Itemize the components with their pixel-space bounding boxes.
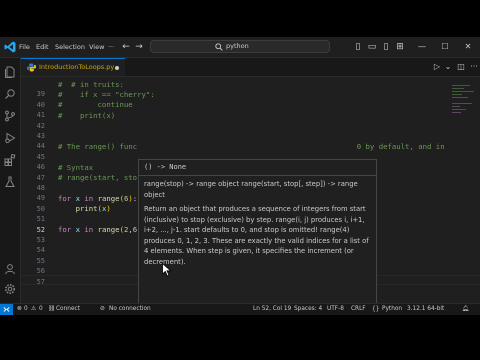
explorer-icon[interactable] xyxy=(4,66,16,78)
minimap[interactable] xyxy=(448,77,480,303)
python-interpreter[interactable]: 3.12.1 64-bit xyxy=(407,304,444,315)
braces-icon: {} xyxy=(372,306,380,312)
hover-signature: () -> None xyxy=(144,163,187,171)
editor-tabs: IntroductionToLoops.py ▷ ⌄ ◫ ··· xyxy=(21,58,480,77)
activity-bar xyxy=(0,58,21,303)
line-number: 46 xyxy=(36,163,45,172)
indentation-setting[interactable]: Spaces: 4 xyxy=(294,304,322,315)
end-of-line-setting[interactable]: CRLF xyxy=(351,304,366,315)
code-line[interactable]: # Syntax xyxy=(58,163,93,172)
code-line[interactable]: print(x) xyxy=(58,204,111,213)
line-number: 53 xyxy=(36,236,45,244)
more-actions-icon[interactable]: ··· xyxy=(468,61,480,73)
code-line[interactable]: # # in truits: xyxy=(58,80,124,89)
menu-edit[interactable]: Edit xyxy=(36,37,49,57)
accounts-icon[interactable] xyxy=(4,263,16,275)
title-bar: File Edit Selection View ··· ← → python … xyxy=(0,37,480,58)
unsaved-dot-icon[interactable] xyxy=(115,66,119,70)
tab-filename: IntroductionToLoops.py xyxy=(39,63,115,71)
hover-overload: range(stop) -> range object range(start,… xyxy=(144,180,358,199)
back-arrow-icon[interactable]: ← xyxy=(120,41,132,53)
line-number: 47 xyxy=(36,173,45,182)
toggle-primary-sidebar-icon[interactable]: ▯ xyxy=(352,41,364,53)
mouse-pointer-icon xyxy=(162,263,172,277)
connect-button[interactable]: Connect xyxy=(56,304,80,315)
notifications-bell-icon[interactable]: 🔔︎ xyxy=(462,304,469,315)
line-number: 55 xyxy=(36,256,45,265)
code-line[interactable]: # print(x) xyxy=(58,111,115,120)
cursor-position[interactable]: Ln 52, Col 19 xyxy=(253,304,291,315)
language-mode[interactable]: Python xyxy=(382,304,402,315)
line-number: 39 xyxy=(36,90,45,99)
minimize-button[interactable]: — xyxy=(412,37,432,57)
code-line[interactable]: # if x == "cherry": xyxy=(58,90,155,99)
line-number: 40 xyxy=(36,100,45,109)
errors-icon: ⊗ xyxy=(17,306,22,312)
split-editor-icon[interactable]: ◫ xyxy=(455,61,467,73)
code-line[interactable]: # continue xyxy=(58,100,133,109)
errors-count[interactable]: 0 xyxy=(24,304,28,315)
tab-introductiontoloops[interactable]: IntroductionToLoops.py xyxy=(21,58,125,76)
code-line[interactable]: # range(start, sto xyxy=(58,173,137,182)
toggle-panel-icon[interactable]: ▭ xyxy=(366,41,378,53)
code-editor[interactable]: # # in truits: 39 # if x == "cherry": 40 # c… xyxy=(21,77,480,303)
testing-icon[interactable] xyxy=(4,176,16,188)
line-number: 44 xyxy=(36,142,45,151)
line-number: 57 xyxy=(36,277,45,286)
code-line[interactable]: for x in range(2,6) xyxy=(58,225,142,234)
line-number: 41 xyxy=(36,111,45,120)
line-number: 43 xyxy=(36,132,45,140)
warnings-icon: ⚠ xyxy=(31,306,37,312)
vscode-logo-icon xyxy=(4,41,16,53)
run-dropdown-chevron-icon[interactable]: ⌄ xyxy=(442,61,454,73)
no-connection-icon: ⊘ xyxy=(100,306,105,312)
line-number: 45 xyxy=(36,152,45,161)
line-number: 48 xyxy=(36,184,45,192)
file-encoding[interactable]: UTF-8 xyxy=(327,304,344,315)
search-icon[interactable] xyxy=(4,88,16,100)
run-and-debug-icon[interactable] xyxy=(4,132,16,144)
warnings-count[interactable]: 0 xyxy=(39,304,43,315)
forward-arrow-icon[interactable]: → xyxy=(133,41,145,53)
hover-separator xyxy=(139,175,376,176)
command-center-search[interactable]: python xyxy=(150,40,330,53)
hover-doc-text: Return an object that produces a sequenc… xyxy=(144,205,369,266)
line-number: 50 xyxy=(36,204,45,213)
code-line[interactable]: for x in range(6): xyxy=(58,194,137,203)
maximize-button[interactable]: ☐ xyxy=(435,37,455,57)
close-window-button[interactable]: ✕ xyxy=(458,37,478,57)
vscode-window: File Edit Selection View ··· ← → python … xyxy=(0,37,480,315)
search-text: python xyxy=(226,42,249,50)
line-number: 52 xyxy=(36,225,45,234)
line-number: 42 xyxy=(36,121,45,130)
code-line[interactable]: # The range() func 0 by default, and in xyxy=(58,142,445,151)
line-number: 56 xyxy=(36,267,45,276)
line-number: 51 xyxy=(36,215,45,224)
menu-selection[interactable]: Selection xyxy=(55,37,85,57)
menu-view[interactable]: View xyxy=(89,37,104,57)
menu-file[interactable]: File xyxy=(19,37,30,57)
remote-window-button[interactable] xyxy=(0,304,13,315)
extensions-icon[interactable] xyxy=(4,154,16,166)
line-number: 54 xyxy=(36,246,45,255)
customize-layout-icon[interactable]: ⊞ xyxy=(394,41,406,53)
line-number: 49 xyxy=(36,194,45,203)
live-share-icon: ⛓ xyxy=(48,306,56,312)
remote-icon xyxy=(3,307,10,312)
hover-documentation-popup[interactable]: () -> None range(stop) -> range object r… xyxy=(138,159,377,303)
toggle-secondary-sidebar-icon[interactable]: ▯ xyxy=(380,41,392,53)
source-control-icon[interactable] xyxy=(4,110,16,122)
status-bar: ⊗ 0 ⚠ 0 ⛓ Connect ⊘ No connection Ln 52,… xyxy=(0,303,480,315)
python-file-icon xyxy=(27,63,36,72)
manage-gear-icon[interactable] xyxy=(4,283,16,295)
menu-more[interactable]: ··· xyxy=(108,37,114,57)
no-connection-status[interactable]: No connection xyxy=(109,304,151,315)
search-icon xyxy=(215,43,223,51)
